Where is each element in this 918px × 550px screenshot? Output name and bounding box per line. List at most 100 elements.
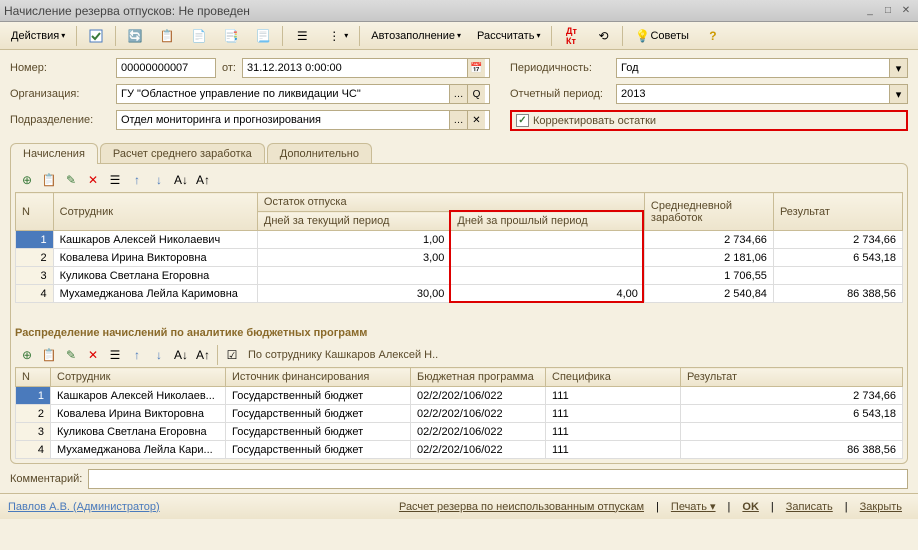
table-row[interactable]: 3Куликова Светлана ЕгоровнаГосударственн… [16, 423, 903, 441]
basis-button[interactable]: 📃 [248, 25, 278, 47]
edit-icon: ✎ [63, 347, 79, 363]
copy-icon: 📋 [41, 172, 57, 188]
titlebar: Начисление резерва отпусков: Не проведен… [0, 0, 918, 22]
current-user[interactable]: Павлов А.В. (Администратор) [8, 501, 160, 513]
gear-icon: ☰ [107, 172, 123, 188]
number-input[interactable]: 00000000007 [116, 58, 216, 78]
move-down-button[interactable]: ↓ [149, 345, 169, 365]
delete-row-button[interactable]: ✕ [83, 170, 103, 190]
copy-button[interactable]: 📋 [152, 25, 182, 47]
dtct-button[interactable]: ДтКт [556, 25, 586, 47]
subdiv-select-button[interactable]: … [449, 111, 467, 129]
tips-button[interactable]: 💡Советы [627, 25, 695, 47]
org-input[interactable]: ГУ "Областное управление по ликвидации Ч… [116, 84, 490, 104]
table-row[interactable]: 2Ковалева Ирина Викторовна3,002 181,066 … [16, 249, 903, 267]
tab-average[interactable]: Расчет среднего заработка [100, 143, 265, 164]
move-down-button[interactable]: ↓ [149, 170, 169, 190]
distribution-table[interactable]: N Сотрудник Источник финансирования Бюдж… [15, 367, 903, 459]
col-days-current: Дней за текущий период [257, 212, 451, 231]
calc-unused-button[interactable]: Расчет резерва по неиспользованным отпус… [391, 499, 652, 515]
subdiv-input[interactable]: Отдел мониторинга и прогнозирования…✕ [116, 110, 490, 130]
help-button[interactable]: ? [698, 25, 728, 47]
table-row[interactable]: 1Кашкаров Алексей Николаевич1,002 734,66… [16, 231, 903, 249]
delete-row-button[interactable]: ✕ [83, 345, 103, 365]
settings-button[interactable]: ☰ [105, 170, 125, 190]
delete-icon: ✕ [85, 172, 101, 188]
org-select-button[interactable]: … [449, 85, 467, 103]
post-button[interactable] [81, 25, 111, 47]
table1-toolbar: ⊕ 📋 ✎ ✕ ☰ ↑ ↓ A↓ A↑ [15, 168, 903, 192]
up-icon: ↑ [129, 347, 145, 363]
minimize-button[interactable]: _ [862, 4, 878, 18]
subdiv-clear-button[interactable]: ✕ [467, 111, 485, 129]
maximize-button[interactable]: □ [880, 4, 896, 18]
accruals-table[interactable]: N Сотрудник Остаток отпуска Среднедневно… [15, 192, 903, 303]
ok-button[interactable]: OK [734, 499, 767, 515]
correct-checkbox[interactable]: ✓ [516, 114, 529, 127]
tab-additional[interactable]: Дополнительно [267, 143, 372, 164]
table-row[interactable]: 2Ковалева Ирина ВикторовнаГосударственны… [16, 405, 903, 423]
filter-button[interactable]: ☑ [222, 345, 242, 365]
correct-label: Корректировать остатки [533, 115, 656, 127]
col-program: Бюджетная программа [411, 368, 546, 387]
down-icon: ↓ [151, 172, 167, 188]
chevron-down-icon: ▾ [889, 59, 907, 77]
section2-title: Распределение начислений по аналитике бю… [15, 321, 903, 343]
copy-icon: 📋 [159, 28, 175, 44]
col-avg: Среднедневной заработок [644, 193, 773, 231]
settings-button[interactable]: ☰ [105, 345, 125, 365]
print-menu[interactable]: Печать ▾ [663, 498, 724, 515]
org-open-button[interactable]: Q [467, 85, 485, 103]
clear-icon: ⟲ [595, 28, 611, 44]
number-label: Номер: [10, 62, 110, 74]
sort-desc-button[interactable]: A↑ [193, 170, 213, 190]
edit-row-button[interactable]: ✎ [61, 170, 81, 190]
actions-menu[interactable]: Действия ▾ [4, 25, 72, 47]
tab-accruals[interactable]: Начисления [10, 143, 98, 164]
table-row[interactable]: 3Куликова Светлана Егоровна1 706,55 [16, 267, 903, 285]
register-button[interactable]: 📑 [216, 25, 246, 47]
comment-input[interactable] [88, 469, 908, 489]
refresh-button[interactable]: 🔄 [120, 25, 150, 47]
sort-asc-button[interactable]: A↓ [171, 345, 191, 365]
col-source: Источник финансирования [226, 368, 411, 387]
period-label: Отчетный период: [510, 88, 610, 100]
from-label: от: [222, 62, 236, 74]
periodicity-select[interactable]: Год▾ [616, 58, 908, 78]
move-up-button[interactable]: ↑ [127, 170, 147, 190]
col-spec: Специфика [546, 368, 681, 387]
sheet-button[interactable]: 📄 [184, 25, 214, 47]
tree-button[interactable]: ⋮▾ [319, 25, 355, 47]
col-days-prev: Дней за прошлый период [451, 212, 645, 231]
register-icon: 📑 [223, 28, 239, 44]
save-button[interactable]: Записать [778, 499, 841, 515]
move-up-button[interactable]: ↑ [127, 345, 147, 365]
org-label: Организация: [10, 88, 110, 100]
period-select[interactable]: 2013▾ [616, 84, 908, 104]
sheet-icon: 📄 [191, 28, 207, 44]
col-employee: Сотрудник [51, 368, 226, 387]
periodicity-label: Периодичность: [510, 62, 610, 74]
table-row[interactable]: 4Мухамеджанова Лейла Кари...Государствен… [16, 441, 903, 459]
date-input[interactable]: 31.12.2013 0:00:00📅 [242, 58, 490, 78]
sort-asc-button[interactable]: A↓ [171, 170, 191, 190]
sort-desc-button[interactable]: A↑ [193, 345, 213, 365]
close-button[interactable]: Закрыть [852, 499, 910, 515]
comment-label: Комментарий: [10, 473, 82, 485]
add-row-button[interactable]: ⊕ [17, 345, 37, 365]
calendar-button[interactable]: 📅 [467, 59, 485, 77]
calculate-menu[interactable]: Рассчитать ▾ [470, 25, 547, 47]
edit-row-button[interactable]: ✎ [61, 345, 81, 365]
table-row[interactable]: 1Кашкаров Алексей Николаев...Государстве… [16, 387, 903, 405]
list-icon: ☰ [294, 28, 310, 44]
copy-row-button[interactable]: 📋 [39, 345, 59, 365]
add-row-button[interactable]: ⊕ [17, 170, 37, 190]
table-row[interactable]: 4Мухамеджанова Лейла Каримовна30,004,002… [16, 285, 903, 303]
copy-row-button[interactable]: 📋 [39, 170, 59, 190]
sort-desc-icon: A↑ [195, 347, 211, 363]
autofill-menu[interactable]: Автозаполнение ▾ [364, 25, 468, 47]
clear-button[interactable]: ⟲ [588, 25, 618, 47]
list-button[interactable]: ☰ [287, 25, 317, 47]
filter-icon: ☑ [224, 347, 240, 363]
close-button[interactable]: ✕ [898, 4, 914, 18]
